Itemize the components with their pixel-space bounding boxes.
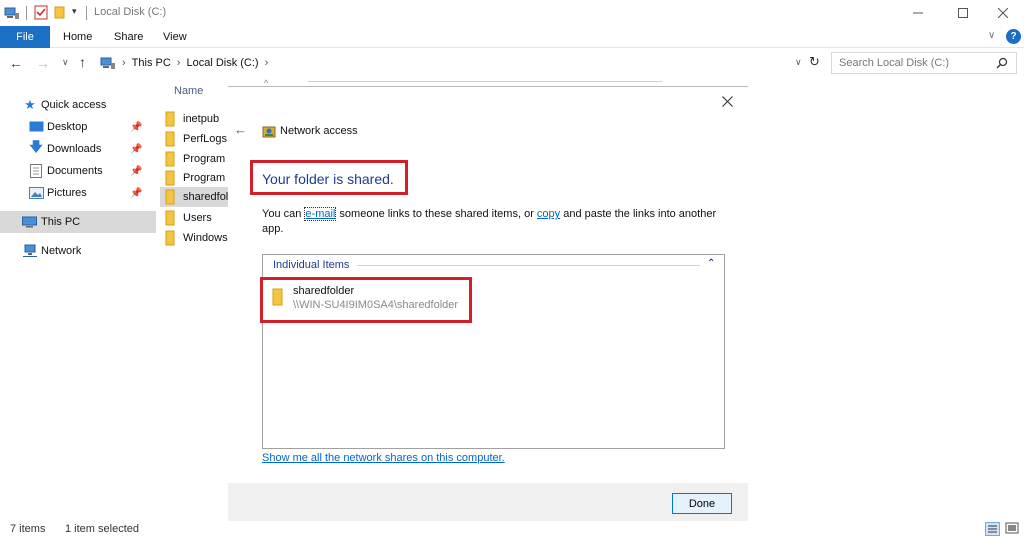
header-divider — [357, 265, 700, 266]
toolbar-separator — [86, 6, 87, 20]
pin-icon[interactable]: 📌 — [130, 144, 142, 155]
expand-ribbon-icon[interactable]: ∨ — [988, 30, 995, 41]
large-icons-view-icon[interactable] — [1005, 522, 1020, 536]
maximize-icon — [958, 8, 968, 18]
folder-icon — [165, 111, 175, 127]
details-view-icon[interactable] — [985, 522, 1000, 536]
pin-icon[interactable]: 📌 — [130, 188, 142, 199]
breadcrumb-local-disk[interactable]: Local Disk (C:) — [186, 57, 258, 69]
computer-icon — [100, 57, 115, 69]
desktop-icon — [28, 119, 44, 135]
dialog-back-arrow-icon[interactable]: ← — [234, 122, 247, 137]
document-icon — [28, 163, 44, 179]
nav-item-documents[interactable]: Documents 📌 — [0, 160, 156, 182]
ribbon-tabs: File Home Share View ∨ ? — [0, 26, 1024, 48]
refresh-icon[interactable]: ↻ — [809, 54, 820, 70]
individual-items-header: Individual Items — [273, 259, 350, 271]
network-access-dialog: ← Network access Your folder is shared. … — [228, 81, 748, 521]
close-icon — [998, 8, 1008, 18]
file-item[interactable]: Users — [160, 208, 230, 228]
window-title: Local Disk (C:) — [94, 6, 167, 18]
nav-this-pc[interactable]: This PC — [0, 211, 156, 233]
computer-icon — [22, 214, 38, 230]
status-item-count: 7 items — [10, 523, 46, 535]
file-item[interactable]: inetpub — [160, 109, 230, 129]
dialog-title: Network access — [280, 125, 358, 137]
nav-quick-access[interactable]: ★ Quick access — [0, 94, 156, 116]
pictures-icon — [28, 185, 44, 201]
tab-file[interactable]: File — [0, 26, 50, 48]
email-link[interactable]: e-mail — [304, 207, 337, 221]
done-button[interactable]: Done — [672, 493, 732, 514]
share-path-highlight-box — [260, 277, 472, 323]
new-folder-icon[interactable] — [54, 6, 66, 19]
breadcrumb-this-pc[interactable]: This PC — [132, 57, 171, 69]
toolbar-separator — [26, 6, 27, 20]
nav-item-pictures[interactable]: Pictures 📌 — [0, 182, 156, 204]
file-item[interactable]: Program Files (x86) — [160, 168, 230, 188]
tab-view[interactable]: View — [163, 26, 187, 48]
navigation-bar: ← → ∨ ↑ › This PC › Local Disk (C:) › ∨ … — [0, 50, 1024, 76]
search-placeholder: Search Local Disk (C:) — [839, 57, 950, 69]
dialog-headline: Your folder is shared. — [262, 171, 394, 187]
folder-icon — [165, 210, 175, 226]
folder-icon — [165, 131, 175, 147]
file-item[interactable]: Windows — [160, 228, 230, 248]
title-bar: ▾ Local Disk (C:) — [0, 0, 1024, 26]
file-item[interactable]: Program Files — [160, 149, 230, 169]
folder-icon — [165, 230, 175, 246]
folder-icon — [165, 189, 175, 205]
network-icon — [22, 243, 38, 259]
help-icon[interactable]: ? — [1006, 29, 1021, 44]
pin-icon[interactable]: 📌 — [130, 166, 142, 177]
forward-arrow-icon[interactable]: → — [36, 55, 50, 71]
share-instructions: You can e-mail someone links to these sh… — [262, 207, 717, 235]
close-icon — [722, 96, 733, 107]
dialog-footer: Done — [228, 483, 748, 521]
breadcrumb-separator: › — [176, 57, 181, 69]
dialog-top-edge — [308, 81, 662, 82]
column-header-name[interactable]: Name — [174, 85, 203, 97]
minimize-icon — [913, 12, 923, 14]
pin-icon[interactable]: 📌 — [130, 122, 142, 133]
up-arrow-icon[interactable]: ↑ — [79, 54, 86, 70]
folder-icon — [165, 170, 175, 186]
breadcrumb-separator: › — [264, 57, 269, 69]
file-item[interactable]: PerfLogs — [160, 129, 230, 149]
folder-icon — [165, 151, 175, 167]
nav-item-desktop[interactable]: Desktop 📌 — [0, 116, 156, 138]
network-access-icon — [262, 124, 276, 138]
address-bar[interactable]: › This PC › Local Disk (C:) › — [97, 52, 807, 74]
status-selection: 1 item selected — [65, 523, 139, 535]
nav-item-downloads[interactable]: 🡇 Downloads 📌 — [0, 138, 156, 160]
nav-network[interactable]: Network — [0, 240, 156, 262]
properties-check-icon[interactable] — [34, 5, 48, 20]
download-arrow-icon: 🡇 — [29, 139, 43, 154]
copy-link[interactable]: copy — [537, 208, 560, 220]
back-arrow-icon[interactable]: ← — [9, 55, 23, 71]
close-window-button[interactable] — [980, 0, 1024, 26]
search-icon — [996, 57, 1008, 69]
dialog-close-button[interactable] — [722, 96, 733, 107]
show-all-shares-link[interactable]: Show me all the network shares on this c… — [262, 452, 505, 464]
breadcrumb-separator: › — [122, 57, 126, 69]
star-icon: ★ — [24, 97, 36, 112]
file-item-selected[interactable]: sharedfolder — [160, 187, 230, 207]
collapse-chevron-icon[interactable]: ⌃ — [707, 258, 715, 269]
recent-locations-chevron-icon[interactable]: ∨ — [62, 57, 69, 68]
customize-dropdown-icon[interactable]: ▾ — [72, 6, 77, 17]
tab-home[interactable]: Home — [63, 26, 92, 48]
search-input[interactable]: Search Local Disk (C:) — [831, 52, 1017, 74]
tab-share[interactable]: Share — [114, 26, 143, 48]
address-dropdown-icon[interactable]: ∨ — [795, 57, 802, 68]
minimize-button[interactable] — [895, 0, 941, 26]
computer-icon[interactable] — [4, 6, 20, 20]
